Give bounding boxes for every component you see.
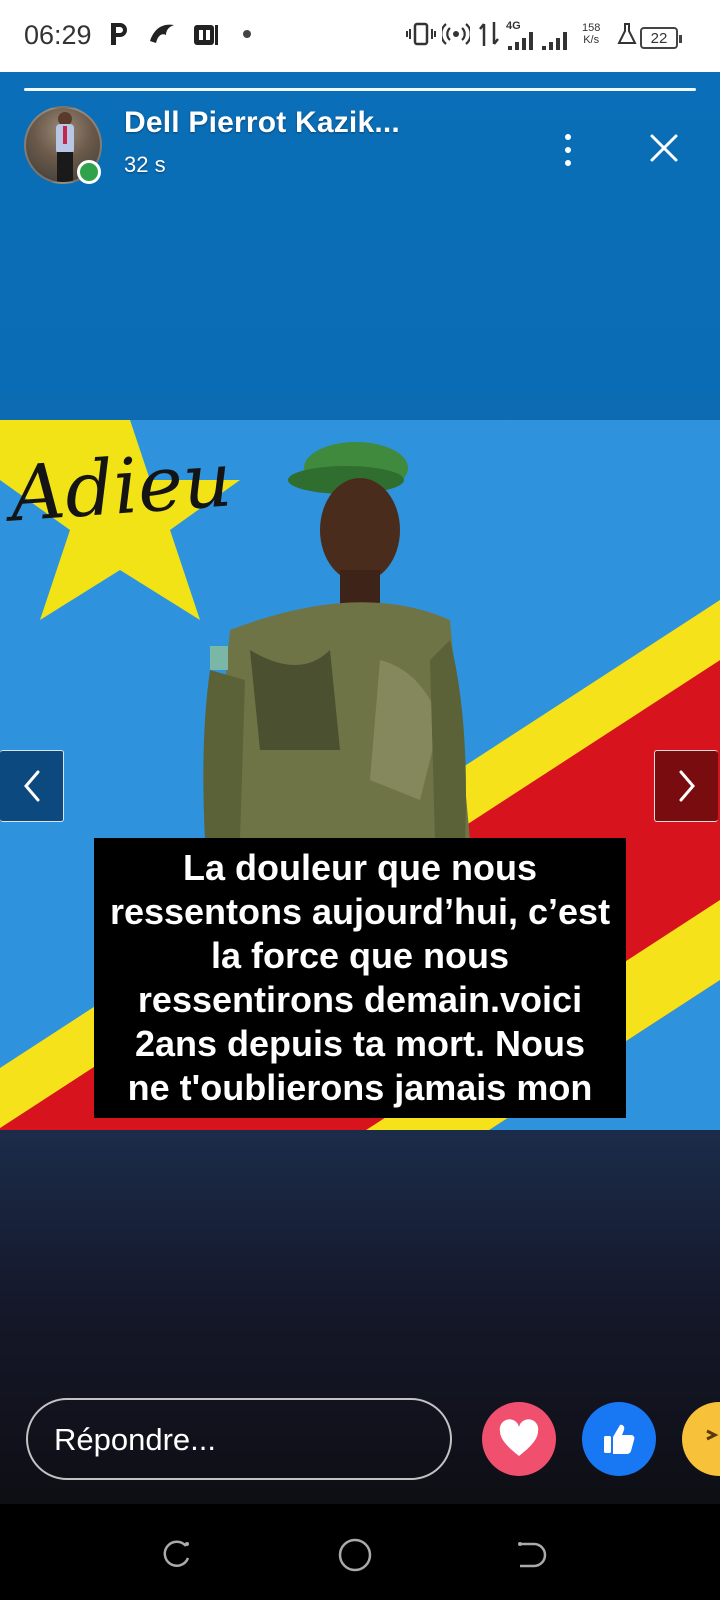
network-speed-unit: K/s (583, 34, 600, 46)
love-reaction-button[interactable] (482, 1402, 556, 1476)
caption-box: La douleur que nous ressentons aujourd’h… (0, 838, 720, 1118)
reply-input[interactable]: Répondre... (26, 1398, 452, 1480)
thumbs-up-icon (604, 1424, 635, 1454)
more-notifications-dot-icon (242, 18, 252, 50)
more-options-icon[interactable] (552, 130, 584, 170)
vibrate-icon (406, 18, 436, 50)
next-story-button[interactable] (654, 750, 718, 822)
like-reaction-button[interactable] (582, 1402, 656, 1476)
adieu-script-text: Adieu (7, 434, 235, 539)
bird-app-icon (148, 18, 176, 50)
laughing-face-icon (706, 1429, 719, 1441)
story-progress-bar (24, 88, 696, 91)
back-icon[interactable] (514, 1538, 548, 1577)
story-time: 32 s (124, 152, 166, 177)
network-speed-value: 158 (582, 22, 601, 34)
battery-icon: 22 (640, 22, 682, 54)
story-viewer[interactable]: Dell Pierrot Kazik... 32 s Adieu La doul… (0, 72, 720, 1504)
heart-icon (499, 1419, 539, 1456)
parking-app-icon (108, 18, 130, 50)
data-transfer-icon (478, 18, 500, 50)
online-status-dot (77, 160, 101, 184)
hotspot-icon (442, 18, 470, 50)
close-icon[interactable] (644, 128, 684, 168)
chevron-right-icon (679, 770, 695, 802)
signal-strength-1-icon (506, 22, 538, 54)
app-notification-icon (192, 18, 220, 50)
chevron-left-icon (23, 770, 39, 802)
caption-text: La douleur que nous ressentons aujourd’h… (93, 838, 627, 1118)
battery-level: 22 (650, 29, 668, 47)
system-navigation-bar (0, 1504, 720, 1600)
flask-icon (616, 18, 638, 50)
network-speed: 158 K/s (582, 22, 600, 46)
previous-story-button[interactable] (0, 750, 64, 822)
home-icon[interactable] (336, 1536, 374, 1579)
story-image[interactable]: Adieu La douleur que nous ressentons auj… (0, 420, 720, 1130)
status-time: 06:29 (24, 20, 92, 50)
status-bar: 06:29 4G 158 K/s 22 (0, 0, 720, 72)
author-name[interactable]: Dell Pierrot Kazik... (124, 106, 400, 140)
recent-apps-icon[interactable] (160, 1538, 194, 1577)
signal-strength-2-icon (540, 22, 572, 54)
reply-placeholder: Répondre... (54, 1422, 216, 1457)
